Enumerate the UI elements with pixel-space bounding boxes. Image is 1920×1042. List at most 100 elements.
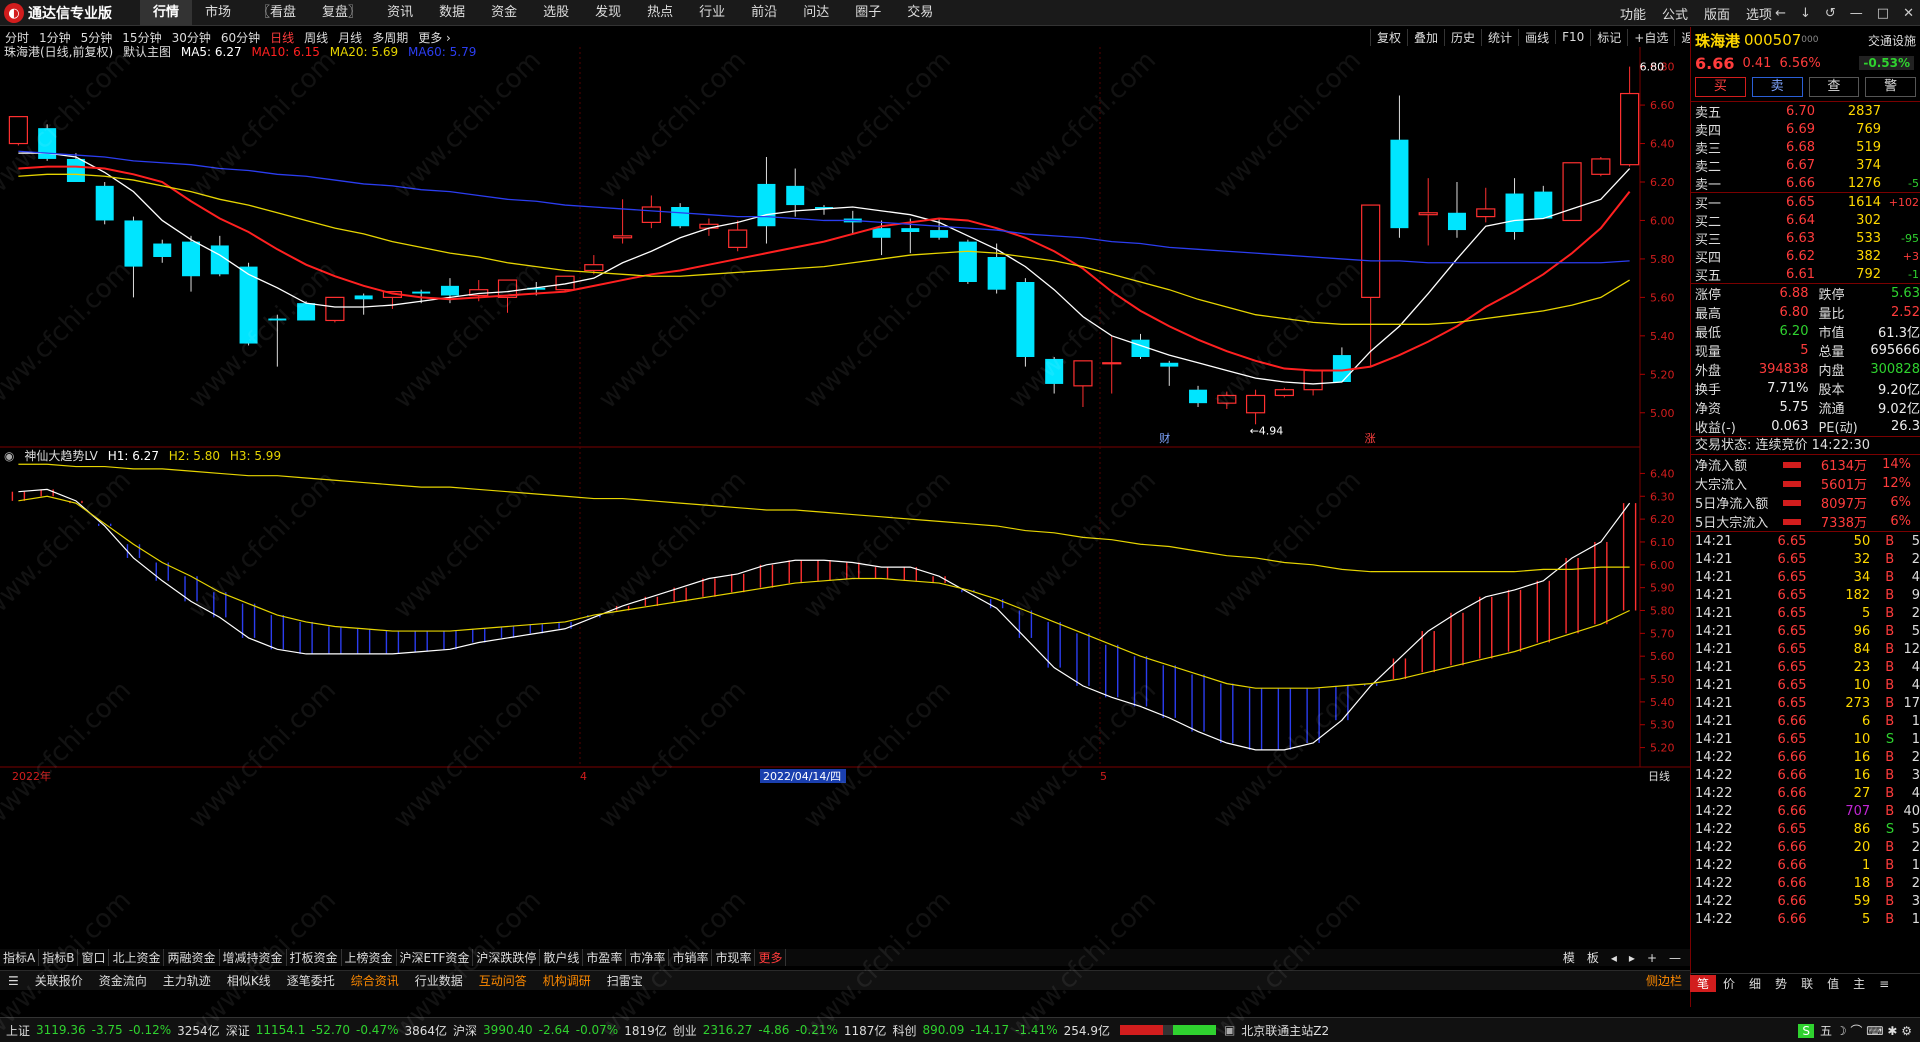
index-name[interactable]: 科创 xyxy=(892,1022,916,1039)
indicator-right-5[interactable]: — xyxy=(1663,951,1687,965)
func-menu-icon[interactable]: ☰ xyxy=(0,974,27,988)
menu-10[interactable]: 行业 xyxy=(686,0,738,26)
func-tab-4[interactable]: 逐笔委托 xyxy=(279,972,343,989)
func-tab-6[interactable]: 行业数据 xyxy=(407,972,471,989)
side-tab-3[interactable]: 势 xyxy=(1768,975,1794,992)
tool-7[interactable]: +自选 xyxy=(1627,28,1674,46)
download-icon[interactable]: ↓ xyxy=(1800,6,1811,21)
right-menu-1[interactable]: 公式 xyxy=(1654,4,1696,23)
right-menu-3[interactable]: 选项 xyxy=(1738,4,1780,23)
indicator-right-0[interactable]: 模 xyxy=(1557,951,1581,965)
chart-area[interactable]: 6.80 6.60 6.40 6.20 6.00 5.80 5.60 5.40 5.20 5.00… xyxy=(0,45,1690,950)
indicator-tab-14[interactable]: 市现率 xyxy=(712,949,756,966)
tick-direction: B xyxy=(1885,857,1895,873)
menu-11[interactable]: 前沿 xyxy=(738,0,790,26)
side-tab-2[interactable]: 细 xyxy=(1742,975,1768,992)
func-tab-8[interactable]: 机构调研 xyxy=(535,972,599,989)
index-name[interactable]: 沪深 xyxy=(453,1022,477,1039)
tool-4[interactable]: 画线 xyxy=(1518,28,1555,46)
tick-direction: B xyxy=(1885,587,1895,603)
menu-6[interactable]: 资金 xyxy=(478,0,530,26)
ask-change: -5 xyxy=(1908,176,1919,190)
menu-0[interactable]: 行情 xyxy=(140,0,193,26)
side-tab-0[interactable]: 笔 xyxy=(1690,975,1717,992)
indicator-tab-4[interactable]: 两融资金 xyxy=(164,949,220,966)
candle-body xyxy=(641,206,661,223)
func-tab-1[interactable]: 资金流向 xyxy=(91,972,155,989)
indicator-tab-13[interactable]: 市销率 xyxy=(669,949,713,966)
tool-1[interactable]: 叠加 xyxy=(1407,28,1444,46)
indicator-name[interactable]: 神仙大趋势LV xyxy=(24,449,98,463)
tool-6[interactable]: 标记 xyxy=(1590,28,1627,46)
ime-mode[interactable]: 五 ☽ ⌒ ⌨ ✱ ⚙ xyxy=(1820,1024,1912,1038)
refresh-icon[interactable]: ↺ xyxy=(1825,6,1836,21)
indicator-tab-5[interactable]: 增减持资金 xyxy=(220,949,287,966)
indicator-tab-10[interactable]: 散户线 xyxy=(540,949,584,966)
indicator-tab-9[interactable]: 沪深跌跌停 xyxy=(473,949,541,966)
func-tab-9[interactable]: 扫雷宝 xyxy=(599,972,651,989)
index-pct: -1.41% xyxy=(1015,1023,1058,1037)
menu-13[interactable]: 圈子 xyxy=(842,0,894,26)
maximize-icon[interactable]: □ xyxy=(1877,6,1889,21)
tool-5[interactable]: F10 xyxy=(1555,30,1590,44)
indicator-tab-2[interactable]: 窗口 xyxy=(78,949,110,966)
menu-7[interactable]: 选股 xyxy=(530,0,582,26)
side-tab-6[interactable]: 主 xyxy=(1846,975,1872,992)
indicator-right-1[interactable]: 板 xyxy=(1581,951,1605,965)
side-tab-5[interactable]: 值 xyxy=(1820,975,1846,992)
menu-2[interactable]: 〖看盘 xyxy=(244,0,309,26)
func-tab-7[interactable]: 互动问答 xyxy=(471,972,535,989)
indicator-tab-6[interactable]: 打板资金 xyxy=(287,949,342,966)
indicator-tab-3[interactable]: 北上资金 xyxy=(109,949,165,966)
indicator-tab-0[interactable]: 指标A xyxy=(0,949,40,966)
indicator-right-2[interactable]: ◂ xyxy=(1605,951,1623,965)
ime-icon[interactable]: S xyxy=(1798,1023,1815,1038)
tool-0[interactable]: 复权 xyxy=(1370,28,1407,46)
side-tab-7[interactable]: ≡ xyxy=(1872,977,1896,991)
tool-3[interactable]: 统计 xyxy=(1481,28,1518,46)
candle-body xyxy=(1045,358,1064,384)
query-button[interactable]: 查 xyxy=(1808,77,1860,97)
kline-chart[interactable]: 6.80 6.60 6.40 6.20 6.00 5.80 5.60 5.40 5.20 5.00… xyxy=(0,47,1690,950)
menu-14[interactable]: 交易 xyxy=(894,0,946,26)
indicator-collapse-icon[interactable]: ◉ xyxy=(4,449,14,463)
right-menu-2[interactable]: 版面 xyxy=(1696,4,1738,23)
close-icon[interactable]: ✕ xyxy=(1903,6,1914,21)
side-tab-1[interactable]: 价 xyxy=(1716,975,1742,992)
menu-5[interactable]: 数据 xyxy=(426,0,478,26)
func-tab-0[interactable]: 关联报价 xyxy=(27,972,91,989)
sell-button[interactable]: 卖 xyxy=(1751,77,1803,97)
indicator-right-3[interactable]: ▸ xyxy=(1623,951,1641,965)
func-tab-3[interactable]: 相似K线 xyxy=(219,972,279,989)
indicator-tab-11[interactable]: 市盈率 xyxy=(583,949,627,966)
index-name[interactable]: 上证 xyxy=(6,1022,30,1039)
indicator-tab-15[interactable]: 更多 xyxy=(755,949,787,966)
back-icon[interactable]: ← xyxy=(1775,6,1786,21)
indicator-tab-12[interactable]: 市净率 xyxy=(626,949,670,966)
menu-4[interactable]: 资讯 xyxy=(374,0,426,26)
menu-9[interactable]: 热点 xyxy=(634,0,686,26)
side-tab-4[interactable]: 联 xyxy=(1794,975,1820,992)
index-name[interactable]: 深证 xyxy=(226,1022,250,1039)
minimize-icon[interactable]: — xyxy=(1850,6,1863,21)
right-menu-0[interactable]: 功能 xyxy=(1612,4,1654,23)
menu-3[interactable]: 复盘〗 xyxy=(309,0,374,26)
stock-sector[interactable]: 交通设施 xyxy=(1868,32,1916,49)
tool-2[interactable]: 历史 xyxy=(1444,28,1481,46)
tick-list[interactable]: 14:21 6.65 50 B 5 14:21 6.65 32 B 2 14:21 6.65 34 B 4 1… xyxy=(1691,531,1920,928)
func-tab-5[interactable]: 综合资讯 xyxy=(343,972,407,989)
buy-button[interactable]: 买 xyxy=(1695,77,1746,97)
side-toggle-button[interactable]: 侧边栏 xyxy=(1638,972,1690,989)
func-tab-2[interactable]: 主力轨迹 xyxy=(155,972,219,989)
server-name[interactable]: 北京联通主站Z2 xyxy=(1241,1022,1329,1039)
indicator-right-4[interactable]: + xyxy=(1641,951,1663,965)
legend-mode[interactable]: 默认主图 xyxy=(123,45,171,59)
alert-button[interactable]: 警 xyxy=(1865,77,1916,97)
menu-1[interactable]: 市场 xyxy=(192,0,244,26)
menu-8[interactable]: 发现 xyxy=(582,0,634,26)
indicator-tab-7[interactable]: 上榜资金 xyxy=(342,949,397,966)
indicator-tab-1[interactable]: 指标B xyxy=(39,949,79,966)
indicator-tab-8[interactable]: 沪深ETF资金 xyxy=(397,949,474,966)
menu-12[interactable]: 问达 xyxy=(790,0,842,26)
index-name[interactable]: 创业 xyxy=(673,1022,697,1039)
